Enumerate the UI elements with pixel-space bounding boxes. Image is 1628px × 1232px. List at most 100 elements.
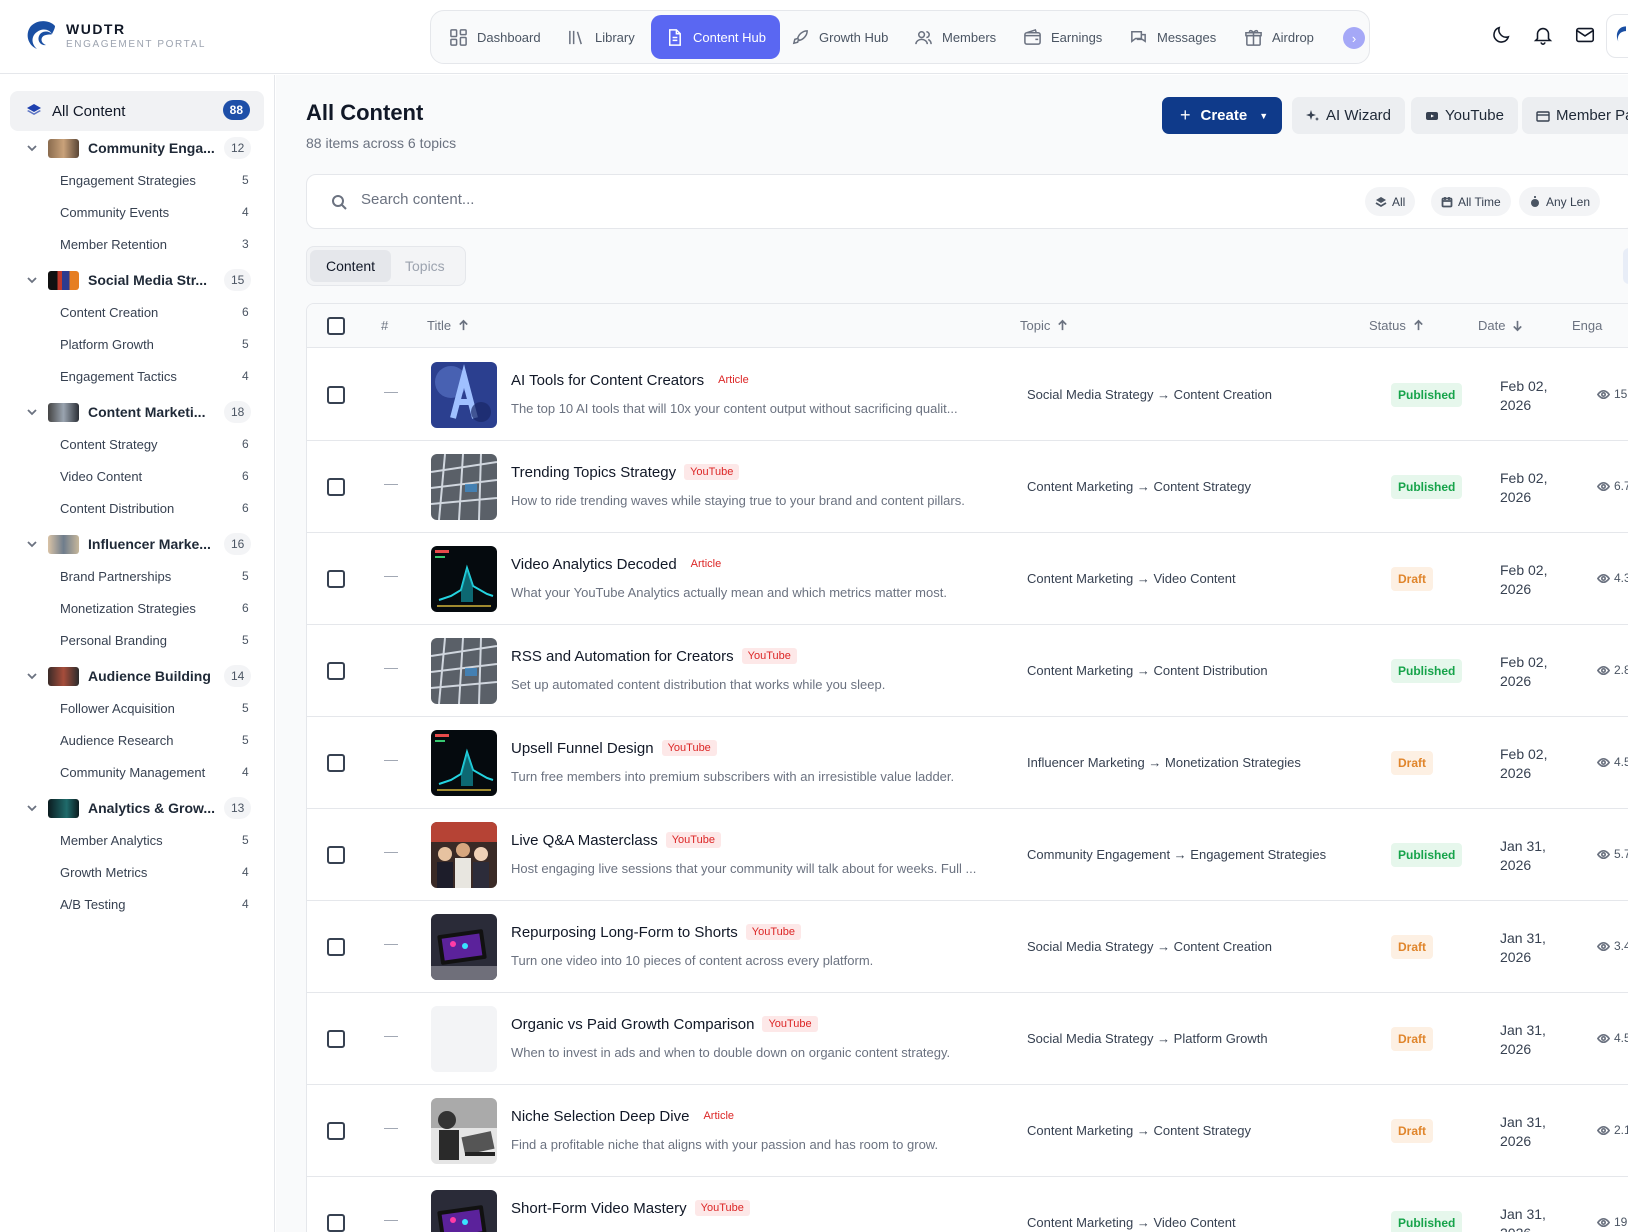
- nav-earnings[interactable]: Earnings: [1009, 15, 1116, 59]
- bell-icon[interactable]: [1532, 24, 1554, 46]
- select-all-checkbox[interactable]: [327, 317, 345, 335]
- row-title[interactable]: Repurposing Long-Form to Shorts YouTube: [511, 924, 802, 941]
- row-title[interactable]: Short-Form Video Mastery YouTube: [511, 1200, 750, 1217]
- chevron-down-icon[interactable]: [27, 539, 37, 549]
- sidebar-subtopic[interactable]: Content Creation 6: [0, 298, 275, 328]
- chevron-down-icon[interactable]: [27, 803, 37, 813]
- row-checkbox[interactable]: [327, 478, 345, 496]
- table-row[interactable]: — Live Q&A Masterclass YouTube Host engagin…: [307, 809, 1628, 901]
- column-header-title[interactable]: Title: [427, 318, 470, 333]
- sidebar-topic[interactable]: Content Marketi... 18: [0, 396, 275, 428]
- chevron-down-icon[interactable]: [27, 275, 37, 285]
- table-row[interactable]: — Short-Form Video Mastery YouTube Content …: [307, 1177, 1628, 1232]
- sidebar-subtopic[interactable]: Personal Branding 5: [0, 626, 275, 656]
- nav-content-hub[interactable]: Content Hub: [651, 15, 780, 59]
- row-thumbnail[interactable]: [431, 822, 497, 888]
- mail-icon[interactable]: [1574, 24, 1596, 46]
- row-checkbox[interactable]: [327, 662, 345, 680]
- row-checkbox[interactable]: [327, 1030, 345, 1048]
- row-thumbnail[interactable]: [431, 730, 497, 796]
- sidebar-topic[interactable]: Social Media Str... 15: [0, 264, 275, 296]
- nav-members[interactable]: Members: [900, 15, 1010, 59]
- nav-growth-hub[interactable]: Growth Hub: [777, 15, 902, 59]
- sidebar-subtopic[interactable]: Video Content 6: [0, 462, 275, 492]
- row-thumbnail[interactable]: [431, 1098, 497, 1164]
- sidebar-subtopic[interactable]: Monetization Strategies 6: [0, 594, 275, 624]
- tab-topics[interactable]: Topics: [389, 250, 461, 282]
- column-header-status[interactable]: Status: [1369, 318, 1425, 333]
- row-thumbnail[interactable]: [431, 638, 497, 704]
- column-header-topic[interactable]: Topic: [1020, 318, 1069, 333]
- row-title[interactable]: AI Tools for Content Creators Article: [511, 372, 755, 389]
- sidebar-subtopic[interactable]: Engagement Strategies 5: [0, 166, 275, 196]
- column-header-engagement[interactable]: Enga: [1572, 318, 1602, 333]
- sidebar-subtopic[interactable]: Engagement Tactics 4: [0, 362, 275, 392]
- avatar[interactable]: [1606, 14, 1628, 58]
- table-row[interactable]: — Niche Selection Deep Dive Article Find a …: [307, 1085, 1628, 1177]
- nav-airdrop[interactable]: Airdrop: [1230, 15, 1328, 59]
- sidebar-subtopic[interactable]: Community Events 4: [0, 198, 275, 228]
- row-checkbox[interactable]: [327, 386, 345, 404]
- sidebar-subtopic[interactable]: A/B Testing 4: [0, 890, 275, 920]
- column-header-date[interactable]: Date: [1478, 318, 1524, 333]
- tab-content[interactable]: Content: [310, 250, 392, 282]
- row-title[interactable]: Trending Topics Strategy YouTube: [511, 464, 740, 481]
- row-thumbnail[interactable]: [431, 1190, 497, 1232]
- sidebar-subtopic[interactable]: Growth Metrics 4: [0, 858, 275, 888]
- row-thumbnail[interactable]: [431, 1006, 497, 1072]
- sidebar-topic[interactable]: Community Enga... 12: [0, 132, 275, 164]
- row-checkbox[interactable]: [327, 1122, 345, 1140]
- sidebar-subtopic[interactable]: Member Analytics 5: [0, 826, 275, 856]
- nav-messages[interactable]: Messages: [1115, 15, 1230, 59]
- moon-icon[interactable]: [1490, 24, 1512, 46]
- table-row[interactable]: — RSS and Automation for Creators YouTube S…: [307, 625, 1628, 717]
- nav-dashboard[interactable]: Dashboard: [435, 15, 555, 59]
- create-button[interactable]: + Create ▼: [1162, 97, 1282, 134]
- sidebar-subtopic[interactable]: Content Strategy 6: [0, 430, 275, 460]
- sidebar-subtopic[interactable]: Platform Growth 5: [0, 330, 275, 360]
- row-thumbnail[interactable]: [431, 454, 497, 520]
- row-title[interactable]: Upsell Funnel Design YouTube: [511, 740, 717, 757]
- sidebar-subtopic[interactable]: Brand Partnerships 5: [0, 562, 275, 592]
- table-row[interactable]: — Repurposing Long-Form to Shorts YouTube T…: [307, 901, 1628, 993]
- chevron-down-icon[interactable]: [27, 407, 37, 417]
- sidebar-subtopic[interactable]: Content Distribution 6: [0, 494, 275, 524]
- table-row[interactable]: — Organic vs Paid Growth Comparison YouTub…: [307, 993, 1628, 1085]
- length-filter-chip[interactable]: Any Len: [1519, 187, 1601, 216]
- chevron-down-icon[interactable]: [27, 143, 37, 153]
- row-thumbnail[interactable]: [431, 914, 497, 980]
- row-checkbox[interactable]: [327, 846, 345, 864]
- ai-wizard-button[interactable]: AI Wizard: [1292, 97, 1406, 134]
- sidebar-item-all-content[interactable]: All Content 88: [10, 91, 264, 131]
- toolbar-button-partial[interactable]: [1623, 248, 1628, 284]
- row-thumbnail[interactable]: [431, 362, 497, 428]
- row-title[interactable]: Live Q&A Masterclass YouTube: [511, 832, 721, 849]
- row-checkbox[interactable]: [327, 754, 345, 772]
- row-checkbox[interactable]: [327, 570, 345, 588]
- sidebar-subtopic[interactable]: Audience Research 5: [0, 726, 275, 756]
- time-filter-chip[interactable]: All Time: [1431, 187, 1511, 216]
- nav-library[interactable]: Library: [553, 15, 649, 59]
- table-row[interactable]: — AI Tools for Content Creators Article The…: [307, 349, 1628, 441]
- sidebar-subtopic[interactable]: Follower Acquisition 5: [0, 694, 275, 724]
- search-input[interactable]: [361, 191, 961, 208]
- row-thumbnail[interactable]: [431, 546, 497, 612]
- table-row[interactable]: — Video Analytics Decoded Article What your…: [307, 533, 1628, 625]
- nav-scroll-right-button[interactable]: ›: [1343, 27, 1365, 49]
- member-page-button[interactable]: Member Pa: [1522, 97, 1628, 134]
- logo[interactable]: WUDTR ENGAGEMENT PORTAL: [24, 18, 206, 52]
- sidebar-subtopic[interactable]: Member Retention 3: [0, 230, 275, 260]
- type-filter-chip[interactable]: All: [1365, 187, 1416, 216]
- row-title[interactable]: RSS and Automation for Creators YouTube: [511, 648, 797, 665]
- sidebar-topic[interactable]: Analytics & Grow... 13: [0, 792, 275, 824]
- table-row[interactable]: — Trending Topics Strategy YouTube How to r…: [307, 441, 1628, 533]
- youtube-button[interactable]: YouTube: [1411, 97, 1518, 134]
- sidebar-subtopic[interactable]: Community Management 4: [0, 758, 275, 788]
- row-title[interactable]: Video Analytics Decoded Article: [511, 556, 728, 573]
- table-row[interactable]: — Upsell Funnel Design YouTube Turn free me…: [307, 717, 1628, 809]
- row-checkbox[interactable]: [327, 938, 345, 956]
- row-title[interactable]: Organic vs Paid Growth Comparison YouTube: [511, 1016, 818, 1033]
- chevron-down-icon[interactable]: [27, 671, 37, 681]
- row-checkbox[interactable]: [327, 1214, 345, 1232]
- sidebar-topic[interactable]: Influencer Marke... 16: [0, 528, 275, 560]
